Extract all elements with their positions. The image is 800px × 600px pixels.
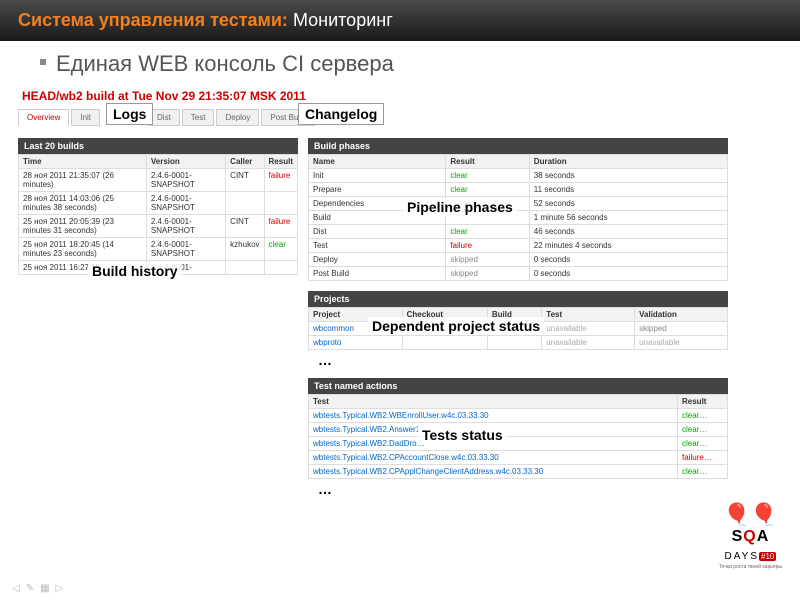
col-result: Result bbox=[264, 155, 297, 169]
projects-header: Projects bbox=[308, 291, 728, 307]
build-history-header: Last 20 builds bbox=[18, 138, 298, 154]
callout-dependent-projects: Dependent project status bbox=[368, 317, 544, 335]
table-row[interactable]: wbtests.Typical.WB2.CPAccountClose.w4c.0… bbox=[309, 451, 728, 465]
logo-sub: Точка роста твоей карьеры bbox=[719, 564, 782, 570]
right-column: Build phases NameResultDuration Initclea… bbox=[308, 138, 728, 497]
table-header-row: Time Version Caller Result bbox=[19, 155, 298, 169]
console-area: HEAD/wb2 build at Tue Nov 29 21:35:07 MS… bbox=[0, 83, 800, 497]
left-column: Last 20 builds Time Version Caller Resul… bbox=[18, 138, 298, 497]
tab-deploy[interactable]: Deploy bbox=[216, 109, 259, 126]
projects-ellipsis: … bbox=[308, 350, 728, 368]
table-row[interactable]: Build1 minute 56 seconds bbox=[309, 211, 728, 225]
logo-sqa: SQA bbox=[719, 528, 782, 546]
title-white: Мониторинг bbox=[293, 10, 393, 30]
logo-days: DAYS#10 bbox=[719, 546, 782, 564]
table-header-row: TestResult bbox=[309, 395, 728, 409]
slide-subtitle: Единая WEB консоль CI сервера bbox=[56, 51, 394, 76]
callout-build-history: Build history bbox=[88, 262, 182, 280]
phases-table: NameResultDuration Initclear38 seconds P… bbox=[308, 154, 728, 281]
table-row[interactable]: Prepareclear11 seconds bbox=[309, 183, 728, 197]
callout-pipeline-phases: Pipeline phases bbox=[403, 198, 517, 216]
table-row[interactable]: 25 ноя 2011 20:05:39 (23 minutes 31 seco… bbox=[19, 215, 298, 238]
slide-subtitle-row: Единая WEB консоль CI сервера bbox=[0, 41, 800, 83]
title-orange: Система управления тестами: bbox=[18, 10, 288, 30]
tests-header: Test named actions bbox=[308, 378, 728, 394]
callout-tests-status: Tests status bbox=[418, 426, 507, 444]
table-row[interactable]: wbtests.Typical.WB2.WBEnrollUser.w4c.03.… bbox=[309, 409, 728, 423]
table-row[interactable]: wbtests.Typical.WB2.Answer1clear… bbox=[309, 423, 728, 437]
table-row[interactable]: Post Buildskipped0 seconds bbox=[309, 267, 728, 281]
table-row[interactable]: 25 ноя 2011 18:20:45 (14 minutes 23 seco… bbox=[19, 238, 298, 261]
balloons-icon: 🎈🎈 bbox=[719, 502, 782, 528]
table-row[interactable]: Deployskipped0 seconds bbox=[309, 253, 728, 267]
table-row[interactable]: Distclear46 seconds bbox=[309, 225, 728, 239]
bullet-icon bbox=[40, 59, 46, 65]
col-version: Version bbox=[146, 155, 225, 169]
table-row[interactable]: 28 ноя 2011 21:35:07 (26 minutes)2.4.6-0… bbox=[19, 169, 298, 192]
nav-footer: ◁ ✎ ▦ ▷ bbox=[12, 583, 63, 594]
callout-logs: Logs bbox=[106, 103, 153, 125]
table-row[interactable]: wbtests.Typical.WB2.CPApplChangeClientAd… bbox=[309, 465, 728, 479]
table-row[interactable]: Dependencies52 seconds bbox=[309, 197, 728, 211]
tests-ellipsis: … bbox=[308, 479, 728, 497]
table-row[interactable]: wbtests.Typical.WB2.DadDro…clear… bbox=[309, 437, 728, 451]
col-time: Time bbox=[19, 155, 147, 169]
nav-grid-icon[interactable]: ▦ bbox=[40, 583, 49, 594]
nav-next-icon[interactable]: ▷ bbox=[56, 583, 64, 594]
table-row[interactable]: Testfailure22 minutes 4 seconds bbox=[309, 239, 728, 253]
build-history-table: Time Version Caller Result 28 ноя 2011 2… bbox=[18, 154, 298, 275]
tabs: Overview Init Logs Dist Test Deploy Post… bbox=[18, 109, 782, 126]
table-row[interactable]: Initclear38 seconds bbox=[309, 169, 728, 183]
tab-init[interactable]: Init bbox=[71, 109, 100, 126]
tab-overview[interactable]: Overview bbox=[18, 109, 69, 126]
nav-edit-icon[interactable]: ✎ bbox=[26, 583, 34, 594]
tests-table: TestResult wbtests.Typical.WB2.WBEnrollU… bbox=[308, 394, 728, 479]
col-caller: Caller bbox=[226, 155, 264, 169]
panels: Last 20 builds Time Version Caller Resul… bbox=[18, 138, 782, 497]
table-row[interactable]: wbprotounavailableunavailable bbox=[309, 336, 728, 350]
slide-title-bar: Система управления тестами: Мониторинг bbox=[0, 0, 800, 41]
nav-prev-icon[interactable]: ◁ bbox=[12, 583, 20, 594]
phases-header: Build phases bbox=[308, 138, 728, 154]
sqa-days-logo: 🎈🎈 SQA DAYS#10 Точка роста твоей карьеры bbox=[719, 502, 782, 570]
table-row[interactable]: 28 ноя 2011 14:03:06 (25 minutes 38 seco… bbox=[19, 192, 298, 215]
callout-changelog: Changelog bbox=[298, 103, 384, 125]
table-header-row: NameResultDuration bbox=[309, 155, 728, 169]
tab-test[interactable]: Test bbox=[182, 109, 215, 126]
